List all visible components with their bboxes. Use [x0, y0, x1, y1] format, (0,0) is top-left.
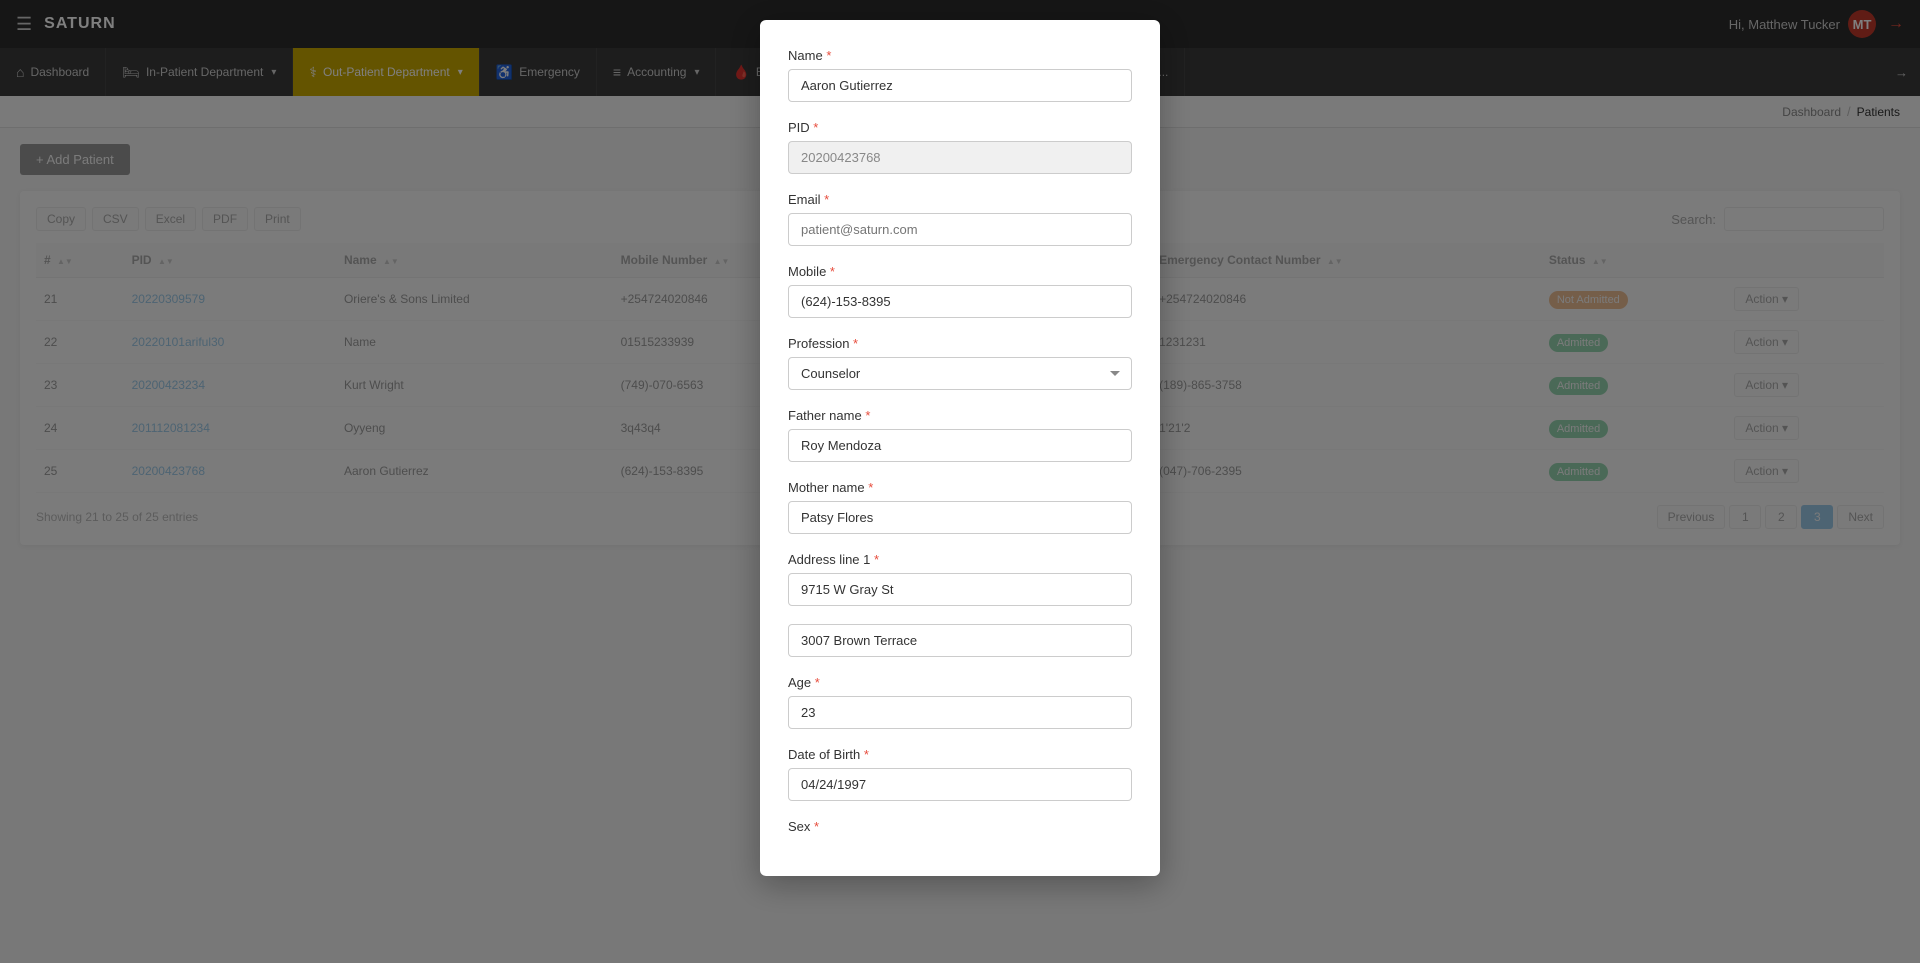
mobile-input[interactable] [788, 285, 1132, 318]
mobile-field-group: Mobile * [788, 264, 1132, 318]
age-input[interactable] [788, 696, 1132, 729]
modal-overlay[interactable]: Name * PID * Email * Mobile * [0, 0, 1920, 963]
address1-input[interactable] [788, 573, 1132, 606]
address1-label: Address line 1 * [788, 552, 1132, 567]
profession-required: * [853, 336, 858, 351]
father-field-group: Father name * [788, 408, 1132, 462]
mother-label: Mother name * [788, 480, 1132, 495]
address1-required: * [874, 552, 879, 567]
dob-input[interactable] [788, 768, 1132, 801]
name-required: * [826, 48, 831, 63]
father-input[interactable] [788, 429, 1132, 462]
profession-label: Profession * [788, 336, 1132, 351]
sex-label: Sex * [788, 819, 1132, 834]
address2-field-group [788, 624, 1132, 657]
dob-field-group: Date of Birth * [788, 747, 1132, 801]
email-label: Email * [788, 192, 1132, 207]
dob-label: Date of Birth * [788, 747, 1132, 762]
address1-field-group: Address line 1 * [788, 552, 1132, 606]
mother-field-group: Mother name * [788, 480, 1132, 534]
sex-required: * [814, 819, 819, 834]
address2-input[interactable] [788, 624, 1132, 657]
patient-modal: Name * PID * Email * Mobile * [760, 20, 1160, 876]
father-required: * [865, 408, 870, 423]
pid-field-group: PID * [788, 120, 1132, 174]
mobile-required: * [830, 264, 835, 279]
pid-required: * [813, 120, 818, 135]
age-field-group: Age * [788, 675, 1132, 729]
mother-required: * [868, 480, 873, 495]
name-field-group: Name * [788, 48, 1132, 102]
age-required: * [815, 675, 820, 690]
profession-select[interactable]: Counselor Doctor Engineer Teacher Other [788, 357, 1132, 390]
dob-required: * [864, 747, 869, 762]
father-label: Father name * [788, 408, 1132, 423]
email-input[interactable] [788, 213, 1132, 246]
mobile-label: Mobile * [788, 264, 1132, 279]
email-field-group: Email * [788, 192, 1132, 246]
name-label: Name * [788, 48, 1132, 63]
pid-input [788, 141, 1132, 174]
email-required: * [824, 192, 829, 207]
sex-field-group: Sex * [788, 819, 1132, 834]
profession-field-group: Profession * Counselor Doctor Engineer T… [788, 336, 1132, 390]
mother-input[interactable] [788, 501, 1132, 534]
name-input[interactable] [788, 69, 1132, 102]
age-label: Age * [788, 675, 1132, 690]
pid-label: PID * [788, 120, 1132, 135]
